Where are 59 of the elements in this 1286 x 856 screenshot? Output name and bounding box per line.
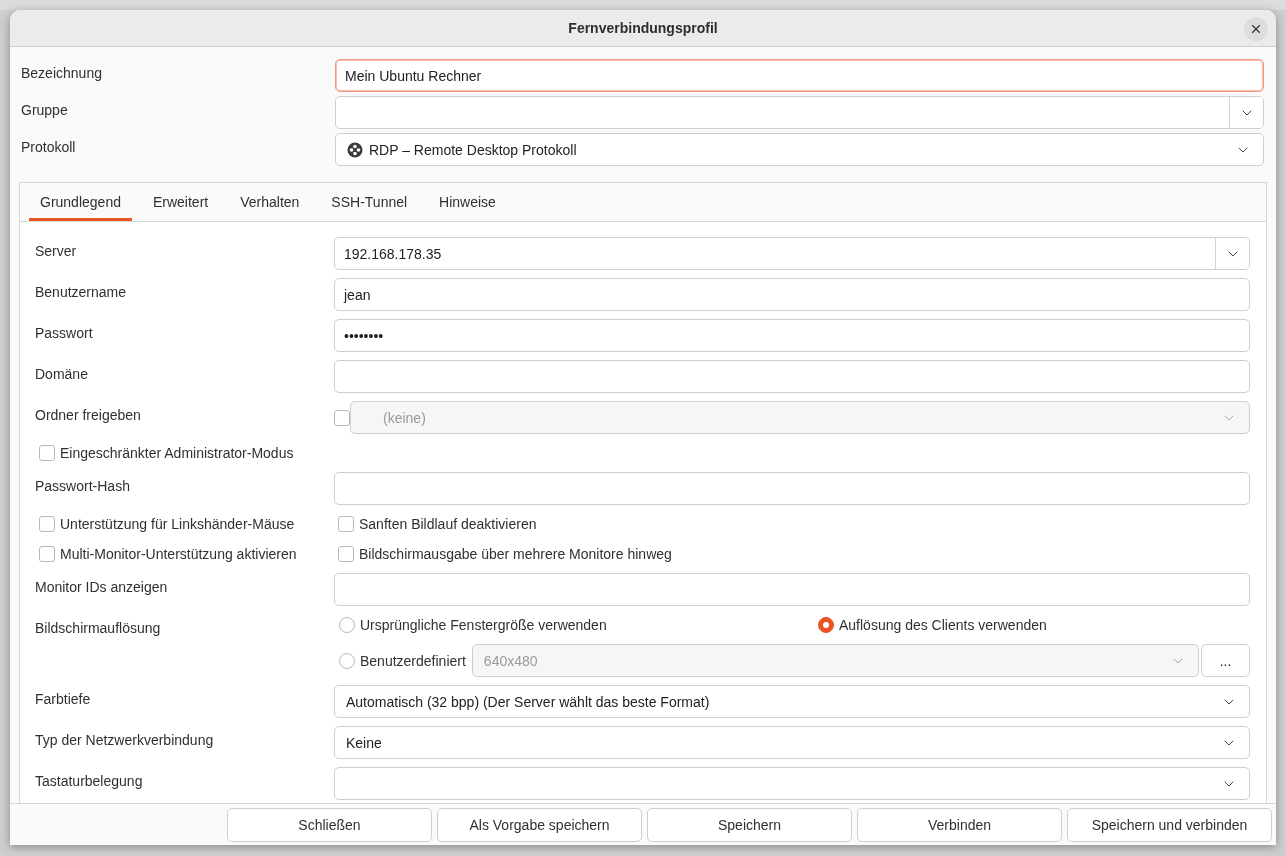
checkbox[interactable] [39,546,55,562]
combo-field[interactable]: 192.168.178.35 [334,237,1250,270]
checkbox-label: Unterstützung für Linkshänder-Mäuse [60,516,295,532]
radio-button[interactable] [339,652,355,669]
dropdown-button[interactable] [1229,97,1263,128]
field-label: Benutzername [35,283,127,300]
combo-field[interactable] [335,96,1264,129]
radio-button[interactable] [339,617,355,633]
dropdown[interactable]: Automatisch (32 bpp) (Der Server wählt das beste Format) [334,685,1250,718]
radio-label: Ursprüngliche Fenstergröße verwenden [360,617,607,633]
action-button[interactable]: Verbinden [857,808,1062,842]
field-label: Passwort-Hash [35,477,130,494]
field-label: Typ der Netzwerkverbindung [35,731,214,748]
dropdown-button[interactable] [1215,238,1249,269]
field-label: Passwort [35,324,93,341]
tab[interactable]: SSH-Tunnel [320,183,419,221]
close-icon [1249,22,1263,36]
protocol-icon [347,141,363,158]
checkbox-label: Bildschirmausgabe über mehrere Monitore hinweg [359,546,672,562]
field-label: Bildschirmauflösung [35,619,161,636]
dropdown[interactable]: RDP – Remote Desktop Protokoll [335,133,1264,166]
close-button[interactable] [1244,17,1268,41]
checkbox[interactable] [39,516,55,532]
checkbox-label: Sanften Bildlauf deaktivieren [359,516,537,532]
radio-label: Benutzerdefiniert [360,652,466,669]
field-label: Server [35,242,77,259]
tab[interactable]: Grundlegend [29,183,132,221]
radio-label: Auflösung des Clients verwenden [839,617,1047,633]
text-field[interactable]: Mein Ubuntu Rechner [335,59,1264,92]
field-label: Domäne [35,365,88,382]
text-field[interactable] [334,472,1250,505]
dropdown[interactable]: Keine [334,726,1250,759]
text-field[interactable]: jean [334,278,1250,311]
action-button[interactable]: Speichern und verbinden [1067,808,1272,842]
checkbox[interactable] [39,445,55,461]
action-button[interactable]: Schließen [227,808,432,842]
checkbox[interactable] [338,546,354,562]
text-field[interactable]: •••••••• [334,319,1250,352]
text-field[interactable] [334,573,1250,606]
field-label: Gruppe [21,101,68,118]
field-label: Ordner freigeben [35,406,141,423]
tab[interactable]: Erweitert [141,183,220,221]
action-button[interactable]: Speichern [647,808,852,842]
dropdown[interactable] [334,767,1250,800]
checkbox[interactable] [338,516,354,532]
tab[interactable]: Verhalten [229,183,311,221]
more-button[interactable]: ... [1201,644,1250,677]
radio-button[interactable] [818,617,834,633]
action-button[interactable]: Als Vorgabe speichern [437,808,642,842]
checkbox-label: Eingeschränkter Administrator-Modus [60,445,294,461]
window-title: Fernverbindungsprofil [568,20,718,36]
field-label: Farbtiefe [35,690,91,707]
checkbox-label: Multi-Monitor-Unterstützung aktivieren [60,546,297,562]
field-label: Tastaturbelegung [35,772,143,789]
tab[interactable]: Hinweise [428,183,507,221]
text-field[interactable] [334,360,1250,393]
field-label: Protokoll [21,138,76,155]
field-label: Bezeichnung [21,64,102,81]
field-label: Monitor IDs anzeigen [35,578,168,595]
